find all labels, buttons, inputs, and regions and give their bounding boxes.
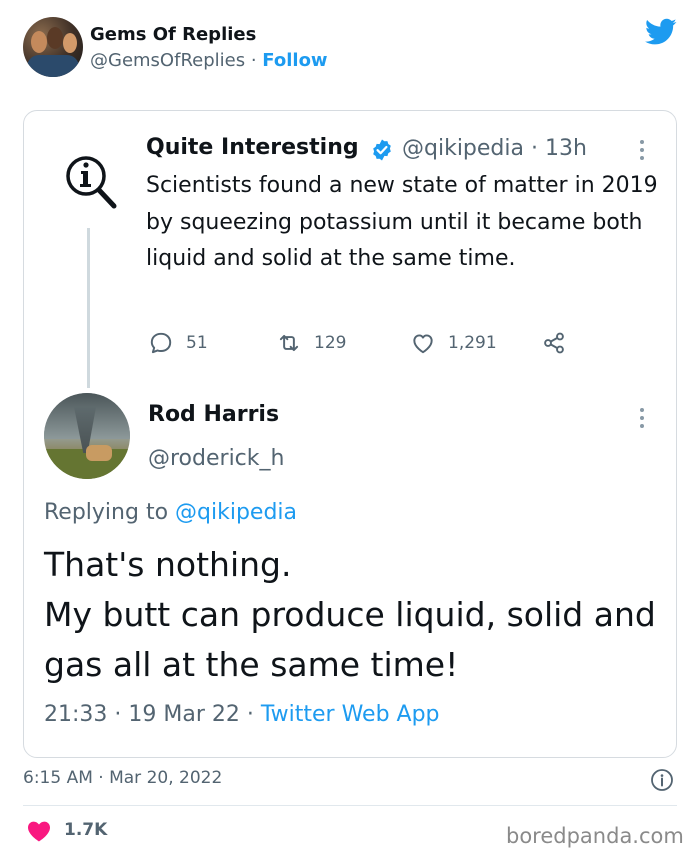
reply-line-2: My butt can produce liquid, solid and ga…: [44, 595, 656, 684]
twitter-bird-icon[interactable]: [645, 18, 677, 46]
reply-action[interactable]: 51: [148, 328, 208, 358]
replying-to: Replying to @qikipedia: [44, 500, 297, 525]
reply-author-avatar[interactable]: [44, 393, 130, 479]
like-action[interactable]: 1,291: [410, 328, 497, 358]
outer-like-count[interactable]: 1.7K: [64, 820, 107, 840]
retweet-icon: [279, 334, 299, 352]
more-options-icon[interactable]: [632, 138, 652, 162]
reply-author-name[interactable]: Rod Harris: [148, 402, 279, 427]
thread-connector-line: [87, 228, 90, 388]
author-handle-row: @GemsOfReplies · Follow: [90, 50, 328, 71]
avatar[interactable]: [23, 17, 83, 77]
heart-icon[interactable]: [26, 820, 52, 842]
tweet-timestamp[interactable]: 6:15 AM · Mar 20, 2022: [23, 768, 222, 788]
like-count: 1,291: [448, 333, 497, 353]
qi-magnifier-logo[interactable]: [62, 150, 120, 212]
reply-meta: 21:33 · 19 Mar 22 · Twitter Web App: [44, 702, 440, 727]
reply-source[interactable]: Twitter Web App: [261, 702, 440, 727]
reply-author-handle[interactable]: @roderick_h: [148, 446, 284, 471]
quoted-author-name[interactable]: Quite Interesting: [146, 135, 359, 160]
separator: ·: [250, 50, 257, 71]
footer-divider: [23, 805, 677, 806]
share-action[interactable]: [541, 328, 567, 358]
reply-tweet-text: That's nothing. My butt can produce liqu…: [44, 540, 664, 690]
share-icon: [544, 332, 564, 354]
more-options-icon[interactable]: [632, 406, 652, 430]
reply-icon: [150, 332, 172, 354]
verified-badge-icon: [373, 139, 391, 161]
info-icon[interactable]: [650, 768, 674, 792]
quoted-tweet-text: Scientists found a new state of matter i…: [146, 173, 658, 271]
retweet-action[interactable]: 129: [276, 328, 346, 358]
retweet-count: 129: [314, 333, 347, 353]
follow-button[interactable]: Follow: [262, 50, 327, 71]
author-name[interactable]: Gems Of Replies: [90, 24, 256, 45]
author-handle[interactable]: @GemsOfReplies: [90, 50, 245, 71]
reply-line-1: That's nothing.: [44, 545, 292, 584]
replying-prefix: Replying to: [44, 500, 169, 525]
replying-mention[interactable]: @qikipedia: [175, 500, 297, 525]
reply-count: 51: [186, 333, 208, 353]
reply-time-date[interactable]: 21:33 · 19 Mar 22 ·: [44, 702, 254, 727]
quoted-handle-time[interactable]: @qikipedia · 13h: [402, 136, 587, 161]
watermark: boredpanda.com: [506, 824, 684, 848]
tweet-actions: 51 129 1,291: [148, 328, 578, 358]
like-icon: [413, 334, 433, 354]
